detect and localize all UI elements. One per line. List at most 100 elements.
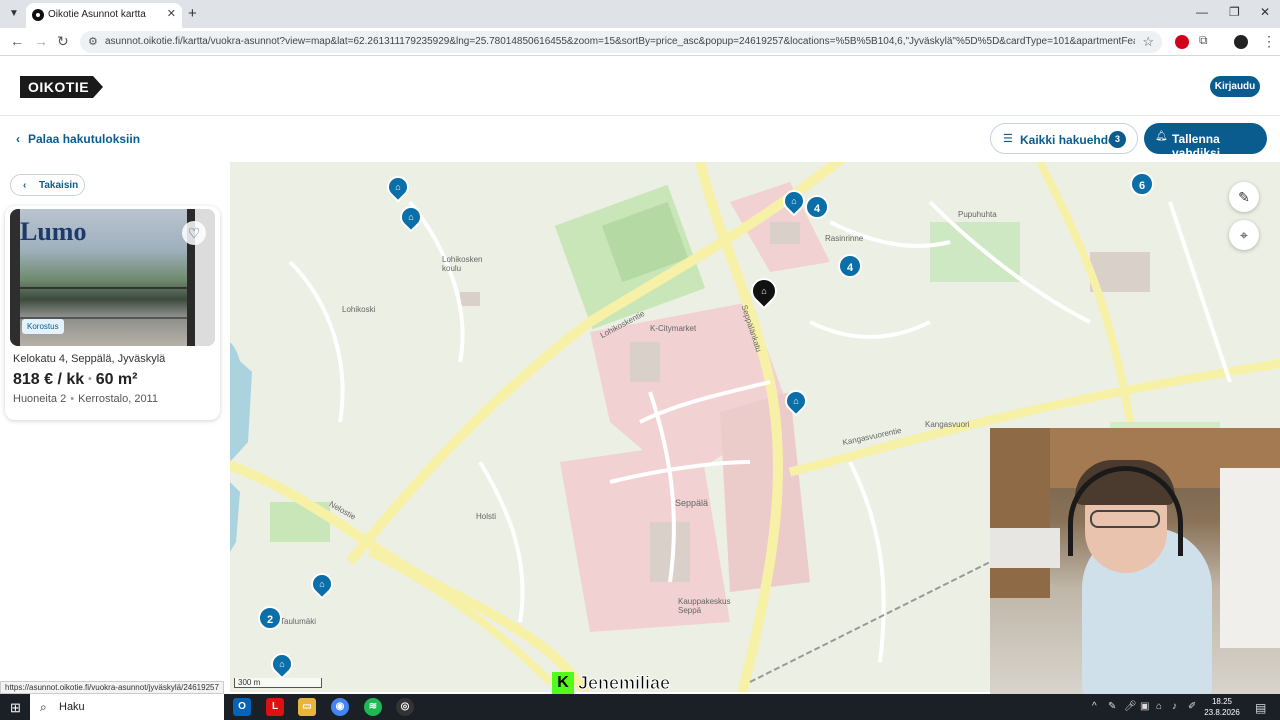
pen-icon[interactable]: ✎ xyxy=(1108,701,1116,712)
notifications-icon[interactable]: ▤ xyxy=(1255,701,1266,715)
house-icon: ⌂ xyxy=(408,212,414,222)
house-icon: ⌂ xyxy=(793,396,799,406)
house-icon: ⌂ xyxy=(279,659,285,669)
login-button[interactable]: Kirjaudu xyxy=(1210,76,1260,97)
bookmark-star-icon[interactable]: ☆ xyxy=(1142,34,1154,50)
clock-date: 23.8.2026 xyxy=(1204,708,1240,717)
map-label-kauppakeskus-seppa: Kauppakeskus Seppä xyxy=(678,597,731,615)
search-icon: ⌕ xyxy=(40,700,47,714)
profile-avatar-icon[interactable] xyxy=(1234,35,1248,49)
map-scale: 300 m xyxy=(234,678,322,688)
listing-price: 818 € / kk xyxy=(13,371,85,388)
back-button[interactable]: ‹ Takaisin xyxy=(10,174,85,196)
streamer-name: Jenemiliae xyxy=(577,673,671,694)
all-filters-button[interactable]: ☰ Kaikki hakuehdot 3 xyxy=(990,123,1138,154)
map-cluster[interactable]: 4 xyxy=(805,195,829,219)
windows-start-icon[interactable]: ⊞ xyxy=(10,700,21,716)
taskbar-clock[interactable]: 18.25 23.8.2026 xyxy=(1202,696,1242,718)
tray-chevron-icon[interactable]: ^ xyxy=(1092,701,1097,712)
highlight-badge: Korostus xyxy=(22,319,64,334)
minimize-icon[interactable]: — xyxy=(1196,5,1208,19)
map-label-lohikosken-koulu: Lohikosken koulu xyxy=(442,255,483,273)
chevron-left-icon: ‹ xyxy=(16,132,20,146)
file-explorer-icon[interactable]: ▭ xyxy=(298,698,316,716)
locate-me-icon[interactable]: ⌖ xyxy=(1229,220,1259,250)
back-icon[interactable]: ← xyxy=(10,33,24,49)
filter-count-badge: 3 xyxy=(1109,131,1126,148)
taskbar-search[interactable]: ⌕ Haku xyxy=(30,694,224,720)
chevron-left-icon: ‹ xyxy=(23,180,27,191)
map-label-lohikoski: Lohikoski xyxy=(342,305,376,314)
tab-search-icon[interactable]: ▼ xyxy=(6,6,22,22)
browser-toolbar: ← → ↻ ⚙ asunnot.oikotie.fi/kartta/vuokra… xyxy=(0,28,1280,56)
site-info-icon[interactable]: ⚙ xyxy=(88,35,98,48)
forward-icon[interactable]: → xyxy=(34,33,48,49)
tab-close-icon[interactable]: ✕ xyxy=(167,7,176,20)
search-subbar: ‹ Palaa hakutuloksiin ☰ Kaikki hakuehdot … xyxy=(0,116,1280,162)
listing-panel: ‹ Takaisin Lumo ♡ Korostus Kelokatu 4, S… xyxy=(0,162,230,692)
extensions-puzzle-icon[interactable]: ⧉ xyxy=(1199,33,1208,48)
house-icon: ⌂ xyxy=(395,182,401,192)
microphone-icon[interactable]: 🎤︎ xyxy=(1124,701,1137,712)
oikotie-favicon-icon xyxy=(32,9,44,21)
tab-title: Oikotie Asunnot kartta xyxy=(48,9,146,20)
spotify-icon[interactable]: ≋ xyxy=(364,698,382,716)
oikotie-logo[interactable]: OIKOTIE xyxy=(20,76,103,98)
back-label: Takaisin xyxy=(39,180,79,191)
close-window-icon[interactable]: ✕ xyxy=(1260,5,1270,19)
status-bar-url: https://asunnot.oikotie.fi/vuokra-asunno… xyxy=(0,681,224,694)
listing-card[interactable]: Lumo ♡ Korostus Kelokatu 4, Seppälä, Jyv… xyxy=(5,206,220,420)
site-header: OIKOTIE Kirjaudu xyxy=(0,56,1280,116)
listing-price-row: 818 € / kk • 60 m² xyxy=(13,371,138,388)
listing-photo[interactable]: Lumo ♡ Korostus xyxy=(10,209,215,346)
pen-workspace-icon[interactable]: ✐ xyxy=(1188,701,1196,712)
reload-icon[interactable]: ↻ xyxy=(57,33,69,50)
map-cluster[interactable]: 2 xyxy=(258,606,282,630)
browser-menu-icon[interactable]: ⋮ xyxy=(1262,33,1276,50)
save-search-label: Tallenna vahdiksi xyxy=(1172,132,1221,160)
map-label-rasinrinne: Rasinrinne xyxy=(825,234,864,243)
webcam-overlay xyxy=(990,428,1280,694)
listing-address: Kelokatu 4, Seppälä, Jyväskylä xyxy=(13,353,166,365)
all-filters-label: Kaikki hakuehdot xyxy=(1020,133,1120,147)
display-icon[interactable]: ▣ xyxy=(1140,701,1149,712)
draw-area-pencil-icon[interactable]: ✎ xyxy=(1229,182,1259,212)
network-icon[interactable]: ⌂ xyxy=(1156,701,1162,712)
lumo-watermark: Lumo xyxy=(20,217,87,246)
map-cluster[interactable]: 4 xyxy=(838,254,862,278)
listing-building: Kerrostalo, 2011 xyxy=(78,393,158,405)
browser-tabbar: ▼ Oikotie Asunnot kartta ✕ + — ❐ ✕ xyxy=(0,0,1280,28)
save-search-button[interactable]: 🔔︎ Tallenna vahdiksi xyxy=(1144,123,1267,160)
listing-rooms: Huoneita 2 xyxy=(13,393,67,405)
new-tab-icon[interactable]: + xyxy=(188,5,197,22)
map-label-seppala: Seppälä xyxy=(675,498,709,508)
house-icon: ⌂ xyxy=(761,286,767,296)
back-to-results-link[interactable]: ‹ Palaa hakutuloksiin xyxy=(16,132,140,146)
map-label-holsti: Holsti xyxy=(476,512,497,521)
restore-icon[interactable]: ❐ xyxy=(1229,5,1240,19)
url-text[interactable]: asunnot.oikotie.fi/kartta/vuokra-asunnot… xyxy=(105,36,1135,47)
windows-taskbar: ⊞ ⌕ Haku O L ▭ ◉ ≋ ◎ ^ ✎ 🎤︎ ▣ ⌂ ♪ ✐ 18.2… xyxy=(0,694,1280,720)
bell-icon: 🔔︎ xyxy=(1155,131,1168,142)
house-icon: ⌂ xyxy=(319,579,325,589)
taskbar-search-label: Haku xyxy=(59,701,85,713)
lastpass-icon[interactable]: L xyxy=(266,698,284,716)
listing-size: 60 m² xyxy=(95,371,138,388)
clock-time: 18.25 xyxy=(1211,697,1233,706)
volume-icon[interactable]: ♪ xyxy=(1172,701,1177,712)
map-label-k-citymarket: K-Citymarket xyxy=(650,324,697,333)
map-label-taulumaki: Taulumäki xyxy=(280,617,317,626)
extension-icon[interactable] xyxy=(1175,35,1189,49)
house-icon: ⌂ xyxy=(791,196,797,206)
map-label-pupuhuhta: Pupuhuhta xyxy=(958,210,997,219)
kick-logo-icon: K xyxy=(552,672,574,694)
address-bar[interactable]: ⚙ asunnot.oikotie.fi/kartta/vuokra-asunn… xyxy=(80,31,1162,53)
favorite-heart-icon[interactable]: ♡ xyxy=(182,221,206,245)
map-label-kangasvuori: Kangasvuori xyxy=(925,420,970,429)
sliders-icon: ☰ xyxy=(1003,133,1013,145)
map-cluster[interactable]: 6 xyxy=(1130,172,1154,196)
outlook-icon[interactable]: O xyxy=(233,698,251,716)
browser-tab[interactable]: Oikotie Asunnot kartta ✕ xyxy=(26,3,182,28)
chrome-icon[interactable]: ◉ xyxy=(331,698,349,716)
obs-icon[interactable]: ◎ xyxy=(396,698,414,716)
